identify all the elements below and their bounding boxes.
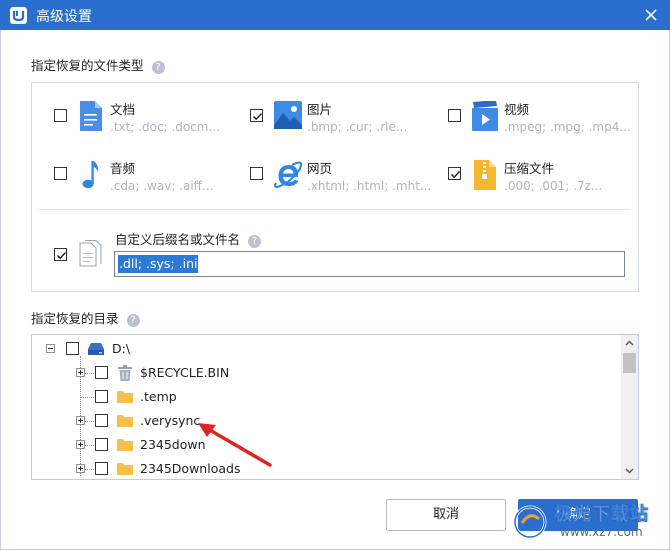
cancel-button[interactable]: 取消 xyxy=(386,499,506,531)
app-logo-icon xyxy=(10,7,27,24)
type-exts-archive: .000; .001; .7z... xyxy=(504,179,603,193)
expand-toggle[interactable] xyxy=(76,464,85,473)
files-icon xyxy=(78,240,104,274)
custom-ext-value[interactable]: .dll; .sys; .ini xyxy=(118,255,199,273)
close-icon xyxy=(645,9,657,21)
expand-toggle[interactable] xyxy=(76,416,85,425)
type-name-archive: 压缩文件 xyxy=(504,161,555,176)
type-exts-webpage: .xhtml; .html; .mht... xyxy=(307,179,432,193)
drive-icon xyxy=(88,343,104,355)
tree-label: $RECYCLE.BIN xyxy=(140,365,230,380)
tree-checkbox[interactable] xyxy=(95,462,108,475)
tree-row-recycle[interactable]: $RECYCLE.BIN xyxy=(32,363,620,383)
expand-toggle[interactable] xyxy=(76,368,85,377)
type-name-video: 视频 xyxy=(504,102,530,117)
tree-checkbox[interactable] xyxy=(95,414,108,427)
tree-label: D:\ xyxy=(112,341,131,356)
tree-checkbox[interactable] xyxy=(95,390,108,403)
zip-file-icon xyxy=(474,160,496,194)
type-name-document: 文档 xyxy=(110,102,136,117)
window-title: 高级设置 xyxy=(36,9,92,25)
scroll-up-icon[interactable] xyxy=(621,335,638,352)
directories-heading: 指定恢复的目录? xyxy=(31,308,140,327)
scroll-down-icon[interactable] xyxy=(621,462,638,479)
document-icon xyxy=(80,101,102,135)
type-name-picture: 图片 xyxy=(307,102,333,117)
type-name-audio: 音频 xyxy=(110,161,136,176)
annotation-arrow-icon xyxy=(198,423,272,467)
tree-row-2345downloads[interactable]: 2345Downloads xyxy=(32,459,620,479)
help-icon[interactable]: ? xyxy=(151,61,165,74)
close-button[interactable] xyxy=(640,4,662,26)
type-exts-video: .mpeg; .mpg; .mp4... xyxy=(504,120,631,134)
custom-ext-input[interactable]: .dll; .sys; .ini xyxy=(114,251,625,277)
title-bar: 高级设置 xyxy=(0,0,670,30)
tree-row-drive[interactable]: D:\ xyxy=(32,339,620,359)
tree-row-verysync[interactable]: .verysync xyxy=(32,411,620,431)
tree-row-temp[interactable]: .temp xyxy=(32,387,620,407)
expand-toggle[interactable] xyxy=(76,440,85,449)
folder-icon xyxy=(117,415,133,427)
checkbox-webpage[interactable] xyxy=(250,167,263,180)
vertical-scrollbar[interactable] xyxy=(621,335,638,479)
help-icon[interactable]: ? xyxy=(248,235,262,248)
custom-ext-label: 自定义后缀名或文件名? xyxy=(115,229,262,248)
scroll-thumb[interactable] xyxy=(623,353,636,373)
type-exts-document: .txt; .doc; .docm... xyxy=(110,120,220,134)
tree-checkbox[interactable] xyxy=(95,366,108,379)
help-icon[interactable]: ? xyxy=(126,314,140,327)
music-note-icon xyxy=(82,160,100,194)
tree-checkbox[interactable] xyxy=(95,438,108,451)
collapse-toggle[interactable] xyxy=(46,344,55,353)
browser-e-icon xyxy=(274,161,303,193)
tree-row-2345down[interactable]: 2345down xyxy=(32,435,620,455)
checkbox-audio[interactable] xyxy=(54,167,67,180)
checkbox-custom-ext[interactable] xyxy=(54,248,67,261)
tree-label: .temp xyxy=(140,389,177,404)
checkbox-picture[interactable] xyxy=(250,109,263,122)
video-icon xyxy=(472,100,498,135)
tree-checkbox[interactable] xyxy=(66,342,79,355)
folder-icon xyxy=(117,463,133,475)
type-exts-picture: .bmp; .cur; .rle... xyxy=(307,120,408,134)
recycle-bin-icon xyxy=(118,365,132,381)
folder-icon xyxy=(117,439,133,451)
picture-icon xyxy=(274,101,302,133)
ok-button[interactable]: 确定 xyxy=(518,499,638,531)
divider xyxy=(39,209,631,210)
type-exts-audio: .cda; .wav; .aiff... xyxy=(110,179,214,193)
folder-icon xyxy=(117,391,133,403)
checkbox-document[interactable] xyxy=(54,109,67,122)
checkbox-video[interactable] xyxy=(448,109,461,122)
type-name-webpage: 网页 xyxy=(307,161,333,176)
directory-tree[interactable]: D:\ $RECYCLE.BIN .temp .verysync 2345dow… xyxy=(31,334,639,480)
file-types-heading: 指定恢复的文件类型? xyxy=(31,55,165,74)
checkbox-archive[interactable] xyxy=(448,167,461,180)
